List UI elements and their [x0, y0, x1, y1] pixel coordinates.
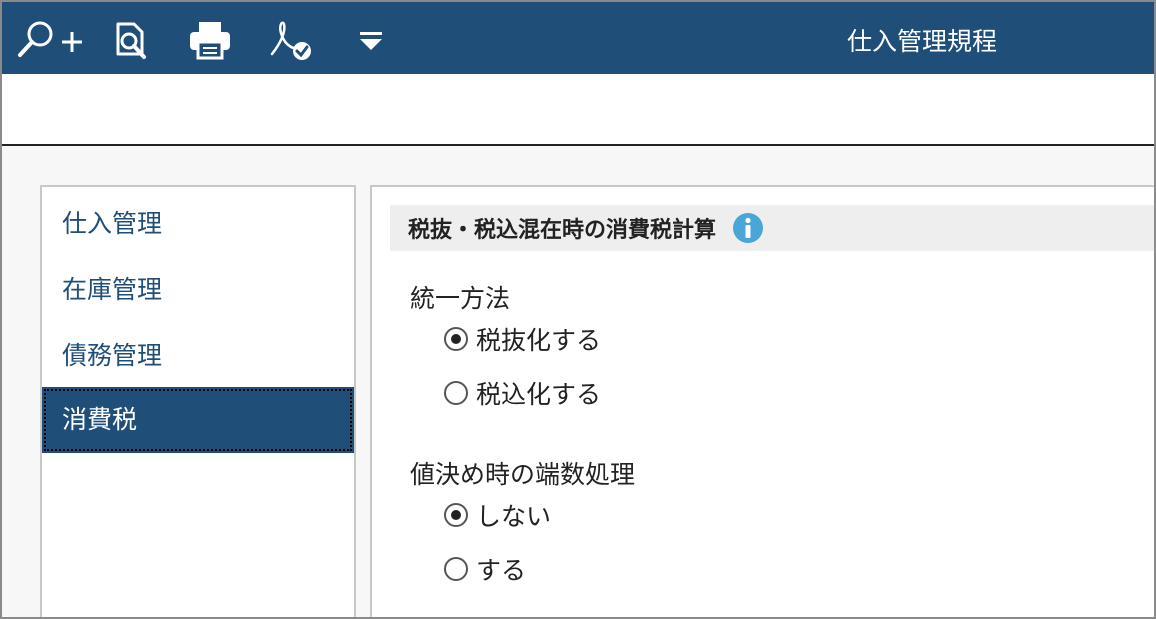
radio-tax-inclusive[interactable]: 税込化する — [444, 375, 601, 411]
group-label-unification-method: 統一方法 — [410, 284, 511, 313]
sidebar-nav: 仕入管理 在庫管理 債務管理 消費税 — [40, 185, 356, 617]
radio-label: 税抜化する — [476, 326, 602, 355]
section-header: 税抜・税込混在時の消費税計算 — [390, 205, 1154, 251]
radio-button[interactable] — [444, 557, 468, 581]
app-window: 仕入管理規程 仕入管理 在庫管理 債務管理 消費税 税抜・税込混在時の消費税計算… — [0, 0, 1156, 619]
radio-button[interactable] — [444, 381, 468, 405]
radio-tax-exclusive[interactable]: 税抜化する — [444, 321, 601, 357]
blank-banner — [2, 74, 1154, 146]
radio-label: 税込化する — [476, 380, 602, 409]
radio-label: しない — [476, 502, 552, 531]
document-title: 仕入管理規程 — [846, 27, 997, 56]
sidebar-item-inventory[interactable]: 在庫管理 — [42, 257, 354, 323]
print-button[interactable] — [188, 20, 232, 60]
pdf-export-button[interactable] — [266, 20, 314, 60]
radio-rounding-apply[interactable]: する — [444, 551, 526, 587]
settings-panel: 税抜・税込混在時の消費税計算 統一方法 税抜化する 税込化する 値決め時の端数処… — [370, 185, 1154, 617]
dropdown-triangle-icon — [360, 32, 382, 50]
group-label-pricing-rounding: 値決め時の端数処理 — [410, 460, 636, 489]
more-menu-button[interactable] — [354, 20, 388, 60]
radio-rounding-none[interactable]: しない — [444, 497, 551, 533]
info-icon[interactable] — [732, 212, 764, 244]
toolbar: 仕入管理規程 — [2, 2, 1154, 74]
pdf-check-icon — [270, 21, 311, 60]
find-button[interactable] — [110, 20, 150, 60]
radio-button-checked[interactable] — [444, 327, 468, 351]
sidebar-item-consumption-tax[interactable]: 消費税 — [42, 387, 354, 453]
radio-label: する — [476, 556, 527, 585]
printer-icon — [190, 22, 230, 60]
zoom-in-button[interactable] — [16, 20, 86, 60]
radio-button-checked[interactable] — [444, 503, 468, 527]
sidebar-item-purchasing[interactable]: 仕入管理 — [42, 191, 354, 257]
section-title: 税抜・税込混在時の消費税計算 — [408, 218, 717, 243]
sidebar-item-payables[interactable]: 債務管理 — [42, 323, 354, 389]
zoom-in-icon — [18, 21, 82, 57]
find-icon — [116, 22, 146, 59]
